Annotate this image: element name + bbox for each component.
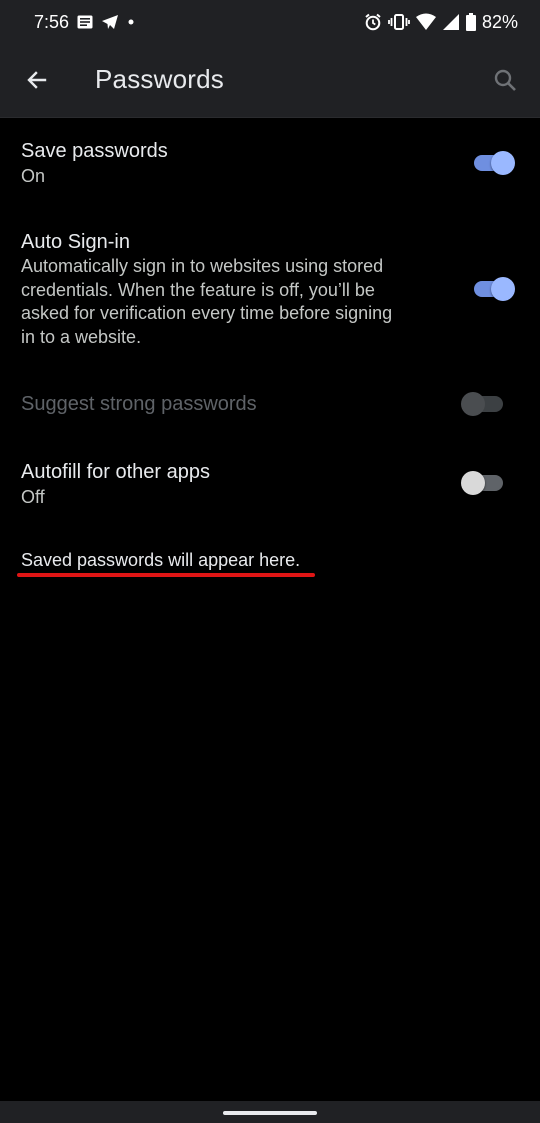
setting-subtitle: On [21,166,46,186]
vibrate-icon [388,14,410,30]
dot-icon [127,18,135,26]
search-icon [493,68,517,92]
annotation-underline [17,573,315,577]
navigation-bar [0,1101,540,1123]
telegram-icon [101,14,119,30]
empty-state-message: Saved passwords will appear here. [21,550,301,570]
setting-autofill-other-apps[interactable]: Autofill for other apps Off [0,451,540,515]
setting-auto-signin[interactable]: Auto Sign-in Automatically sign in to we… [0,221,540,351]
status-bar: 7:56 82% [0,0,540,44]
status-time: 7:56 [34,11,70,32]
suggest-strong-toggle [461,389,505,419]
toggle-thumb [491,277,515,301]
signal-icon [442,13,460,31]
setting-title: Save passwords [21,140,168,162]
status-bar-right: 82% [364,10,518,34]
gesture-handle[interactable] [223,1111,317,1115]
battery-icon [465,13,476,31]
battery-level: 82% [481,11,518,32]
toggle-thumb [461,471,485,495]
toggle-thumb [461,392,485,416]
app-bar: Passwords [0,44,540,118]
setting-title: Suggest strong passwords [21,393,257,415]
news-icon [77,15,93,29]
alarm-icon [364,13,382,31]
toggle-thumb [491,151,515,175]
page-title: Passwords [95,64,224,94]
setting-title: Autofill for other apps [21,461,210,483]
setting-title: Auto Sign-in [21,231,130,253]
description-line: asked for verification every time before… [21,303,393,323]
description-line: credentials. When the feature is off, yo… [21,279,375,300]
setting-suggest-strong-passwords: Suggest strong passwords [0,383,540,427]
setting-save-passwords[interactable]: Save passwords On [0,130,540,200]
wifi-icon [415,13,436,31]
save-passwords-toggle[interactable] [472,148,516,178]
description-line: Automatically sign in to websites using … [21,256,384,276]
description-line: in to a website. [21,326,142,347]
arrow-back-icon [25,68,49,92]
setting-description: Automatically sign in to websites using … [21,255,431,349]
back-button[interactable] [18,61,56,99]
autofill-other-apps-toggle[interactable] [461,468,505,498]
search-button[interactable] [488,63,522,97]
setting-subtitle: Off [21,487,45,507]
status-bar-left: 7:56 [34,10,135,34]
auto-signin-toggle[interactable] [472,274,516,304]
